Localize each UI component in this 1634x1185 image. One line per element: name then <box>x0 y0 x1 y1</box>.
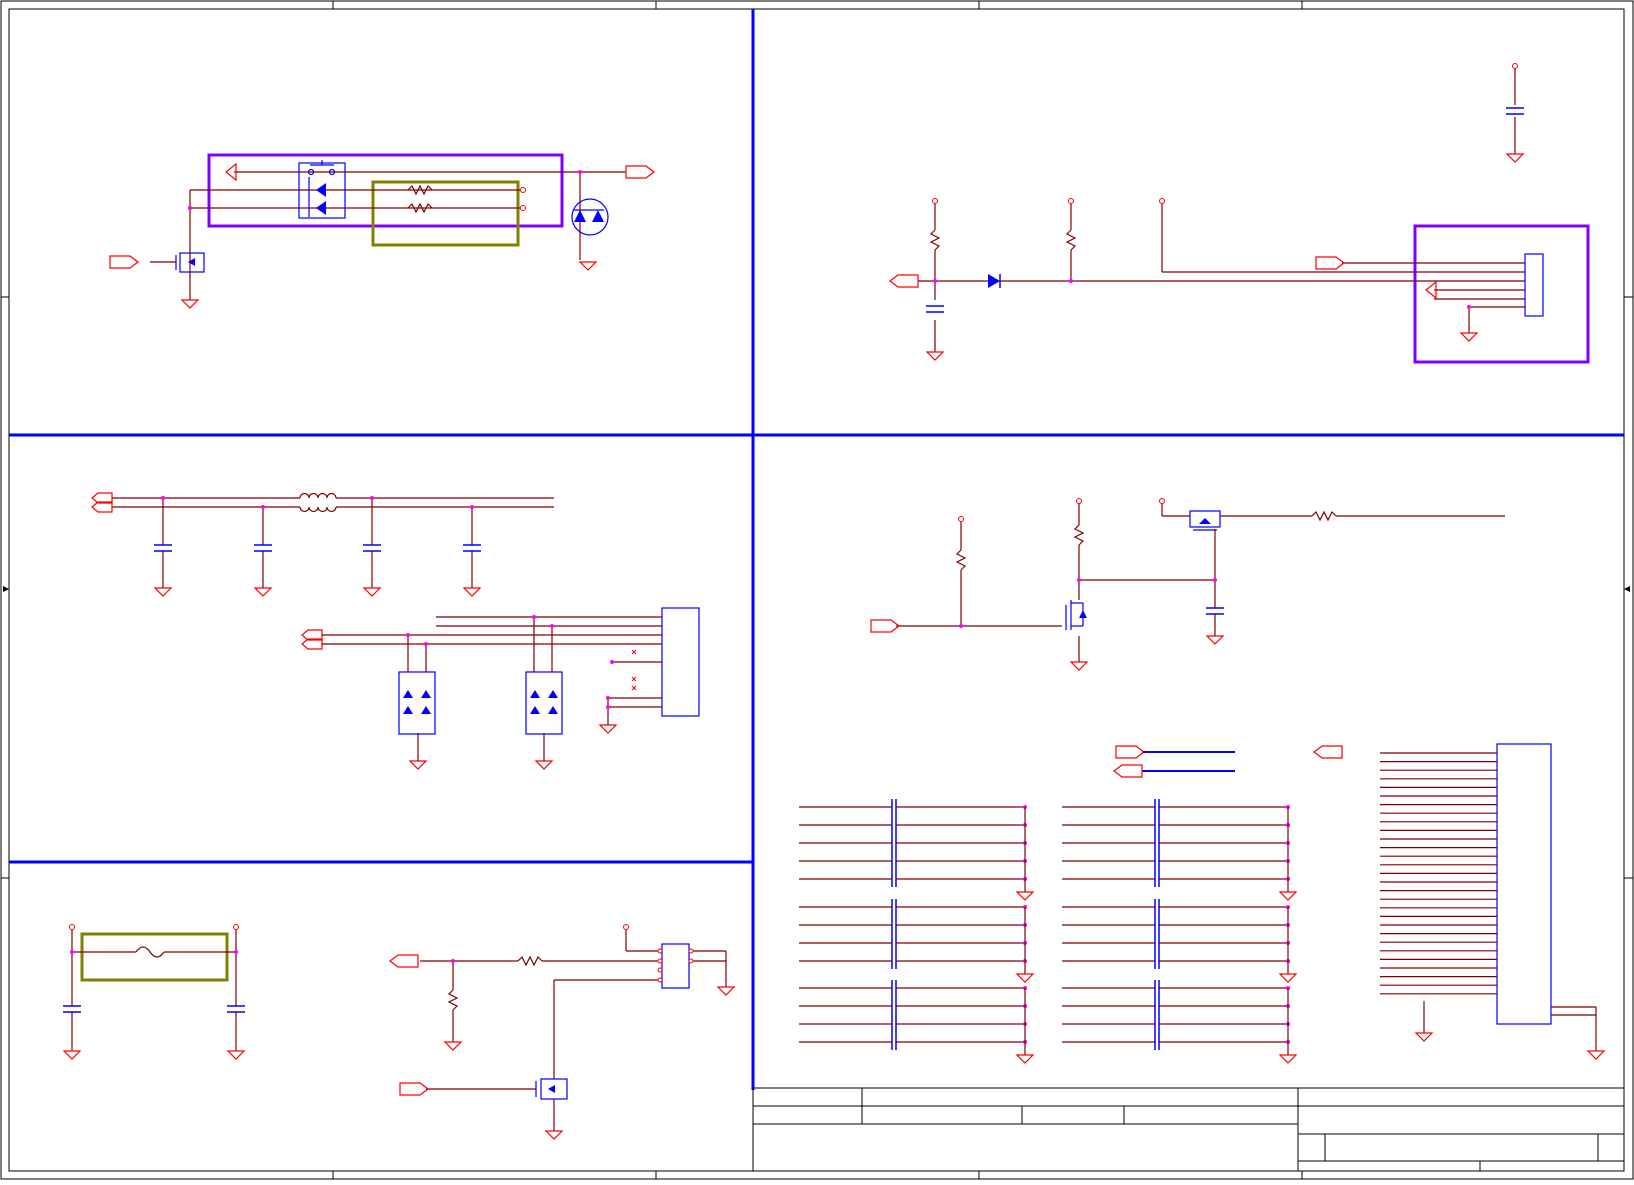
filter-capacitors <box>154 544 481 552</box>
capacitor-bank <box>1062 899 1298 983</box>
ground-symbol <box>1278 1054 1298 1064</box>
connector-j1 <box>1524 253 1544 317</box>
capacitor-bank <box>1062 980 1298 1064</box>
esd-arrays <box>398 671 563 735</box>
esd-diodes <box>403 690 558 714</box>
section-middle-left <box>91 492 700 770</box>
blue-signal-lines <box>1142 751 1235 772</box>
capacitor-bank <box>799 980 1035 1064</box>
section-bottom-right <box>799 743 1606 1064</box>
nc-marks-ml <box>631 649 637 691</box>
section-top-left <box>109 153 655 309</box>
capacitor-banks <box>799 799 1298 1064</box>
sheet-border <box>0 0 1634 1180</box>
ground-symbol <box>1015 973 1035 983</box>
zener-diode <box>988 274 1000 288</box>
regulator-u1 <box>661 943 690 989</box>
section-dividers <box>9 9 1624 1090</box>
inductor-pair <box>299 492 337 513</box>
net-flags-br <box>1113 745 1343 778</box>
tvs-dual-diode <box>571 198 609 236</box>
capacitor-mr <box>1206 607 1224 615</box>
ground-symbols-tr <box>925 153 1525 361</box>
open-pins <box>520 187 526 211</box>
capacitors-bl <box>63 1005 245 1013</box>
ground-symbols-tl <box>180 261 598 309</box>
capacitor-bank <box>799 899 1035 983</box>
power-pins-tr <box>932 63 1518 204</box>
section-top-right <box>889 63 1590 364</box>
ground-symbol <box>1278 891 1298 901</box>
connector-j3-pins <box>1380 752 1497 995</box>
ground-symbol <box>1015 1054 1035 1064</box>
switch-diodes <box>316 183 326 215</box>
schematic-canvas <box>0 0 1634 1180</box>
capacitor-bank <box>799 799 1035 901</box>
ground-symbols-bl <box>62 986 736 1140</box>
regulator-pins <box>657 948 694 983</box>
net-flags-bl <box>389 954 429 1096</box>
section-middle-right <box>870 498 1505 671</box>
diff-flags-ml <box>91 492 323 650</box>
power-pins-mr <box>958 498 1165 522</box>
section-bottom-left <box>62 924 736 1140</box>
mosfet-mr <box>1065 510 1221 630</box>
net-flag-mr <box>870 619 900 633</box>
ground-symbols-br <box>1414 1032 1606 1060</box>
ground-symbol <box>1278 973 1298 983</box>
ground-symbols-mr <box>1069 635 1225 671</box>
connector-j2 <box>661 607 700 717</box>
ground-symbol <box>1015 891 1035 901</box>
schematic-sheet <box>0 0 1634 1180</box>
capacitor-bank <box>1062 799 1298 901</box>
ground-symbols-ml <box>153 587 618 770</box>
connector-j3 <box>1496 743 1552 1025</box>
sheet-center-arrows <box>3 586 1630 592</box>
highlight-box-purple-2 <box>1413 224 1590 364</box>
title-block <box>752 1087 1625 1172</box>
junctions-tr <box>933 279 1471 309</box>
junctions-mr <box>959 578 1217 628</box>
junctions-ml <box>161 496 614 709</box>
highlight-box-olive <box>371 180 520 247</box>
power-pins-bl <box>69 924 629 930</box>
